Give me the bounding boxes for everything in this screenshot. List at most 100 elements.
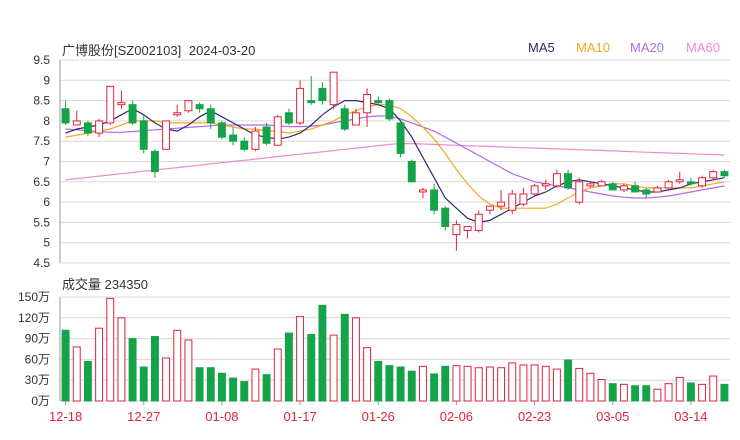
candle-body xyxy=(497,201,506,207)
candle xyxy=(162,120,171,150)
candle xyxy=(675,171,684,184)
volume-bar xyxy=(117,317,126,402)
candle xyxy=(106,85,115,125)
volume-bar xyxy=(318,304,327,402)
candle xyxy=(117,90,126,109)
volume-bar xyxy=(564,359,573,402)
candle xyxy=(195,102,204,113)
date-tick-label: 03-05 xyxy=(596,409,629,424)
candle xyxy=(564,169,573,190)
candle-body xyxy=(407,161,416,183)
date-tick-label: 01-17 xyxy=(283,409,316,424)
stock-name-code: 广博股份[SZ002103] xyxy=(62,43,182,58)
volume-bar xyxy=(307,333,316,402)
volume-bar xyxy=(329,334,338,402)
date-tick-label: 01-26 xyxy=(362,409,395,424)
volume-bar xyxy=(485,366,494,402)
candle-body xyxy=(385,100,394,120)
volume-bar xyxy=(664,383,673,402)
candle xyxy=(284,108,293,125)
date-tick-label: 01-08 xyxy=(205,409,238,424)
volume-bar xyxy=(251,368,260,402)
candle xyxy=(485,205,494,215)
candle xyxy=(474,210,483,233)
candle-body xyxy=(463,225,472,232)
volume-bar xyxy=(240,381,249,402)
volume-bar xyxy=(631,385,640,402)
candle-body xyxy=(642,189,651,195)
volume-bar xyxy=(407,370,416,402)
candle xyxy=(150,149,159,178)
volume-bar xyxy=(530,364,539,402)
candle-body xyxy=(564,173,573,189)
volume-bar xyxy=(430,373,439,402)
candle-body xyxy=(686,181,695,185)
volume-bar xyxy=(418,365,427,402)
price-tick-label: 5.5 xyxy=(33,215,50,229)
candle-body xyxy=(351,112,360,126)
candle-body xyxy=(329,71,338,106)
candle-body xyxy=(318,87,327,102)
candle-body xyxy=(452,223,461,236)
volume-bar xyxy=(608,383,617,402)
candle xyxy=(430,183,439,215)
date-tick-label: 02-23 xyxy=(518,409,551,424)
candle xyxy=(262,122,271,146)
candle xyxy=(407,159,416,183)
volume-bar xyxy=(128,338,137,402)
candle-body xyxy=(552,173,561,187)
candle-body xyxy=(675,179,684,183)
volume-bar xyxy=(586,372,595,402)
candle xyxy=(720,169,729,178)
volume-bar xyxy=(720,383,729,402)
candle-body xyxy=(72,120,81,126)
volume-bar xyxy=(262,374,271,402)
volume-bar xyxy=(284,332,293,402)
volume-bar xyxy=(229,377,238,402)
candle-body xyxy=(206,108,215,124)
candle-body xyxy=(217,122,226,138)
candle-body xyxy=(195,104,204,110)
candle xyxy=(72,110,81,126)
candle xyxy=(519,187,528,207)
volume-bar xyxy=(519,364,528,402)
candle xyxy=(184,100,193,113)
candle-body xyxy=(262,126,271,144)
chart-date: 2024-03-20 xyxy=(188,43,256,58)
candle-body xyxy=(474,213,483,232)
candle xyxy=(441,206,450,231)
candle xyxy=(418,187,427,199)
candle xyxy=(541,179,550,190)
candle xyxy=(709,169,718,180)
candle xyxy=(296,80,305,125)
volume-bar xyxy=(340,313,349,402)
candle xyxy=(251,126,260,152)
candle-body xyxy=(363,94,372,114)
candle xyxy=(508,189,517,215)
volume-bar xyxy=(61,329,70,402)
price-tick-label: 7.5 xyxy=(33,134,50,148)
candle xyxy=(128,100,137,125)
date-tick-label: 12-18 xyxy=(49,409,82,424)
volume-title: 成交量 234350 xyxy=(62,277,148,292)
price-tick-label: 7 xyxy=(43,155,50,169)
candle-body xyxy=(340,108,349,130)
candle-body xyxy=(720,171,729,177)
candle-body xyxy=(106,85,115,124)
volume-bar xyxy=(541,365,550,402)
volume-grid xyxy=(59,296,730,402)
candle-body xyxy=(619,185,628,191)
candle xyxy=(340,104,349,132)
candle-body xyxy=(150,150,159,173)
candle xyxy=(374,96,383,105)
volume-bar xyxy=(709,375,718,402)
candle-body xyxy=(441,207,450,227)
volume-bar xyxy=(83,360,92,402)
volume-bar xyxy=(452,365,461,402)
legend-ma5: MA5 xyxy=(528,40,555,55)
candle-body xyxy=(307,100,316,104)
candle xyxy=(631,181,640,193)
candle xyxy=(608,181,617,191)
candle-body xyxy=(128,104,137,124)
volume-bars xyxy=(61,297,729,402)
